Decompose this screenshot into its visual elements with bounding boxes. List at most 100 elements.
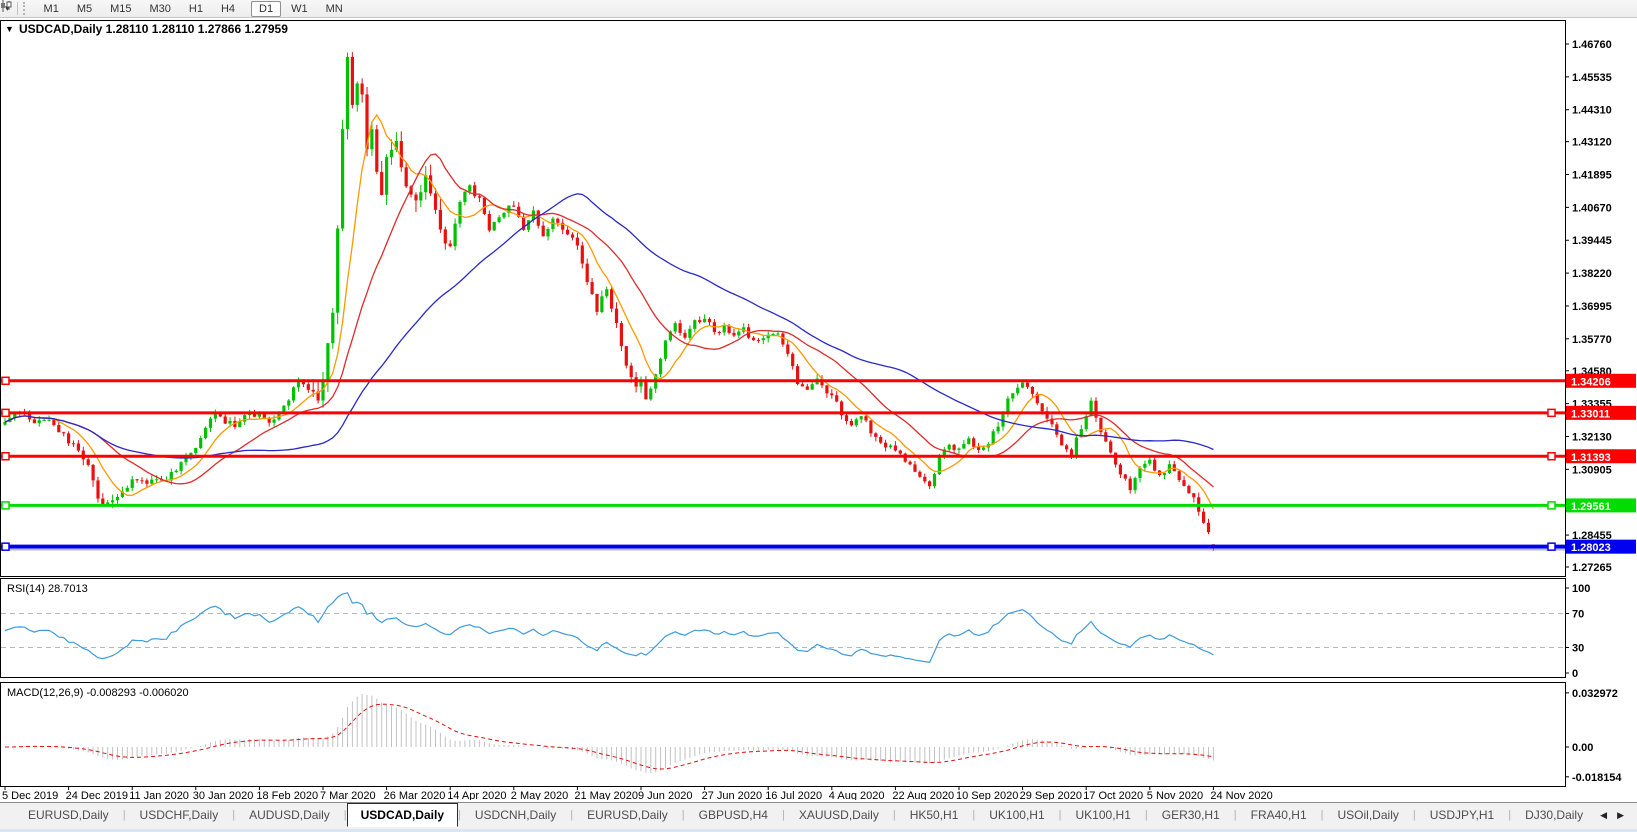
main-price-pane[interactable] [1,21,1566,577]
timeframe-button-d1[interactable]: D1 [251,1,281,17]
toolbar-separator [17,2,18,15]
tab-usdchf-daily[interactable]: USDCHF,Daily [126,803,233,827]
svg-text:18 Feb 2020: 18 Feb 2020 [256,790,318,800]
svg-text:1.27265: 1.27265 [1572,562,1612,574]
svg-text:29 Sep 2020: 29 Sep 2020 [1020,790,1082,800]
rsi-label: RSI(14) 28.7013 [7,583,88,595]
tab-uk100-h1[interactable]: UK100,H1 [1062,803,1145,827]
tab-usdjpy-h1[interactable]: USDJPY,H1 [1416,803,1508,827]
svg-text:1.35770: 1.35770 [1572,334,1612,346]
timeframe-button-m5[interactable]: M5 [69,1,100,17]
svg-text:22 Aug 2020: 22 Aug 2020 [892,790,954,800]
svg-text:27 Jun 2020: 27 Jun 2020 [702,790,763,800]
candle [351,52,354,108]
svg-text:11 Jan 2020: 11 Jan 2020 [129,790,189,800]
svg-text:0.00: 0.00 [1572,742,1593,754]
svg-text:1.36995: 1.36995 [1572,301,1612,313]
rsi-pane[interactable] [1,579,1566,678]
svg-text:-0.018154: -0.018154 [1572,772,1622,784]
svg-text:0: 0 [1572,668,1578,680]
candle [625,346,628,368]
svg-text:24 Nov 2020: 24 Nov 2020 [1210,790,1272,800]
hline-right-handle[interactable] [1548,543,1555,550]
svg-text:70: 70 [1572,609,1584,621]
candle [458,200,461,227]
tab-eurusd-daily[interactable]: EURUSD,Daily [573,803,682,827]
svg-text:1.40670: 1.40670 [1572,202,1612,214]
chart-canvas[interactable]: 1.467601.455351.443101.431201.418951.406… [0,0,1637,800]
tab-usdcad-daily[interactable]: USDCAD,Daily [347,803,458,827]
hline-right-handle[interactable] [1548,453,1555,460]
hline-right-handle[interactable] [1548,409,1555,416]
timeframe-button-m30[interactable]: M30 [142,1,179,17]
candle [610,287,613,312]
toolbar-grip[interactable] [23,2,30,15]
svg-text:1.45535: 1.45535 [1572,72,1612,84]
svg-text:5 Dec 2019: 5 Dec 2019 [2,790,58,800]
price-axis: 1.467601.455351.443101.431201.418951.406… [1565,39,1612,574]
candle [664,340,667,361]
timeframe-button-h1[interactable]: H1 [181,1,211,17]
timeframe-button-group: M1M5M15M30H1H4 D1W1MN [35,1,352,17]
toolbar: ▾ M1M5M15M30H1H4D1W1MN [0,0,1637,18]
timeframe-button-h4[interactable]: H4 [213,1,243,17]
svg-text:1.32130: 1.32130 [1572,431,1612,443]
chart-title: USDCAD,Daily 1.28110 1.28110 1.27866 1.2… [19,22,288,36]
svg-text:1.44310: 1.44310 [1572,105,1612,117]
svg-text:1.28023: 1.28023 [1571,542,1611,554]
date-axis: 5 Dec 201924 Dec 201911 Jan 202030 Jan 2… [2,786,1273,800]
svg-text:2 May 2020: 2 May 2020 [511,790,568,800]
tab-scroll-left-icon[interactable]: ◀ [1595,810,1612,821]
timeframe-button-m15[interactable]: M15 [102,1,139,17]
timeframe-button-mn[interactable]: MN [318,1,351,17]
candle [992,429,995,445]
candle [346,53,349,140]
tab-hk50-h1[interactable]: HK50,H1 [896,803,973,827]
svg-text:1.46760: 1.46760 [1572,39,1612,51]
svg-text:21 May 2020: 21 May 2020 [574,790,638,800]
hline-left-handle[interactable] [2,502,9,509]
svg-text:10 Sep 2020: 10 Sep 2020 [956,790,1018,800]
symbol-tab-bar: EURUSD,Daily|USDCHF,Daily|AUDUSD,Daily|U… [0,802,1637,832]
svg-text:4 Aug 2020: 4 Aug 2020 [829,790,885,800]
tab-ger30-h1[interactable]: GER30,H1 [1148,803,1234,827]
tab-eurusd-daily[interactable]: EURUSD,Daily [14,803,123,827]
svg-text:1.29561: 1.29561 [1571,501,1611,513]
macd-pane[interactable] [1,683,1566,787]
svg-text:1.43120: 1.43120 [1572,137,1612,149]
svg-text:5 Nov 2020: 5 Nov 2020 [1147,790,1203,800]
svg-text:7 Mar 2020: 7 Mar 2020 [320,790,376,800]
svg-text:9 Jun 2020: 9 Jun 2020 [638,790,692,800]
svg-text:14 Apr 2020: 14 Apr 2020 [447,790,506,800]
candle [341,120,344,232]
candle [292,386,295,403]
tab-uk100-h1[interactable]: UK100,H1 [975,803,1058,827]
chart-collapse-icon[interactable]: ▼ [5,24,14,34]
candle [493,222,496,231]
timeframe-button-w1[interactable]: W1 [283,1,316,17]
symbol-tabs: EURUSD,Daily|USDCHF,Daily|AUDUSD,Daily|U… [0,803,1595,827]
tab-xauusd-daily[interactable]: XAUUSD,Daily [785,803,893,827]
svg-text:1.30905: 1.30905 [1572,464,1612,476]
tab-dj30-daily[interactable]: DJ30,Daily [1511,803,1595,827]
tab-fra40-h1[interactable]: FRA40,H1 [1237,803,1321,827]
candle [1187,485,1190,494]
hline-right-handle[interactable] [1548,502,1555,509]
svg-text:24 Dec 2019: 24 Dec 2019 [66,790,128,800]
tab-scroll-right-icon[interactable]: ▶ [1612,810,1629,821]
timeframe-button-m1[interactable]: M1 [36,1,67,17]
candle [933,473,936,489]
tab-usoil-daily[interactable]: USOil,Daily [1324,803,1413,827]
svg-text:16 Jul 2020: 16 Jul 2020 [765,790,822,800]
hline-left-handle[interactable] [2,409,9,416]
tab-usdcnh-daily[interactable]: USDCNH,Daily [461,803,570,827]
hline-left-handle[interactable] [2,377,9,384]
tab-scroll-arrows: ◀ ▶ [1595,803,1637,827]
svg-text:1.38220: 1.38220 [1572,268,1612,280]
hline-left-handle[interactable] [2,543,9,550]
tab-gbpusd-h4[interactable]: GBPUSD,H4 [685,803,782,827]
hline-left-handle[interactable] [2,453,9,460]
svg-text:1.39445: 1.39445 [1572,235,1612,247]
tab-audusd-daily[interactable]: AUDUSD,Daily [235,803,344,827]
candle [1060,434,1063,446]
